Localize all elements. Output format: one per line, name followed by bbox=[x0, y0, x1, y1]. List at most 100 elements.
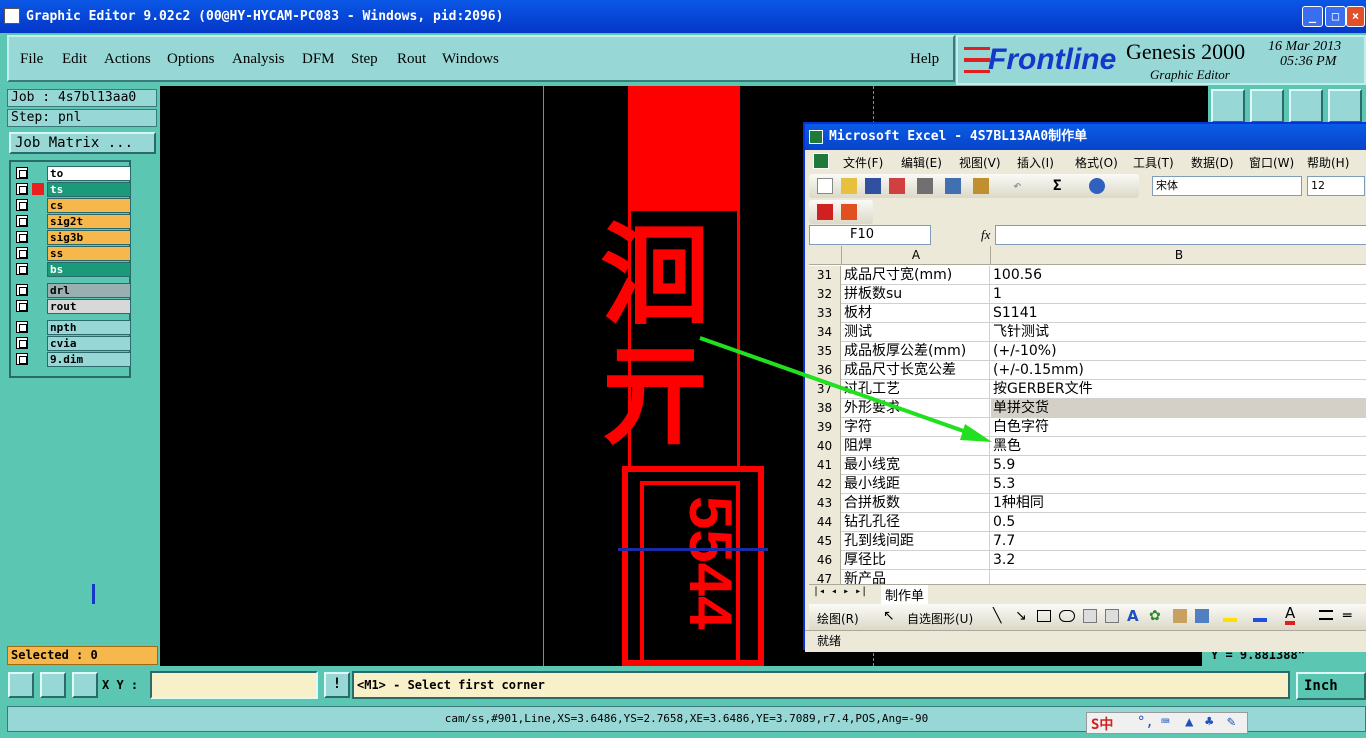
menu-dfm[interactable]: DFM bbox=[302, 51, 335, 68]
layer-name[interactable]: npth bbox=[47, 320, 131, 335]
layer-row[interactable]: drl bbox=[14, 283, 131, 298]
units-toggle[interactable]: Inch bbox=[1296, 672, 1366, 700]
row-number[interactable]: 42 bbox=[809, 475, 841, 494]
line-icon[interactable]: ╲ bbox=[993, 608, 1001, 624]
layer-row[interactable]: npth bbox=[14, 320, 131, 335]
selected-line-feature[interactable] bbox=[618, 548, 768, 551]
layer-name[interactable]: to bbox=[47, 166, 131, 181]
download-icon[interactable] bbox=[1250, 89, 1284, 123]
sheet-nav-arrows-icon[interactable]: |◂ ◂ ▸ ▸| bbox=[813, 586, 867, 597]
layer-checkbox[interactable] bbox=[16, 263, 28, 275]
cell-b[interactable]: 5.3 bbox=[991, 475, 1366, 494]
cell-b[interactable]: 5.9 bbox=[991, 456, 1366, 475]
sheet-tab[interactable]: 制作单 bbox=[881, 585, 929, 604]
row-number[interactable]: 46 bbox=[809, 551, 841, 570]
font-size-select[interactable]: 12 bbox=[1307, 176, 1365, 196]
new-icon[interactable] bbox=[817, 178, 833, 194]
layer-row[interactable]: 9.dim bbox=[14, 352, 131, 367]
row-number[interactable]: 47 bbox=[809, 570, 841, 584]
cell-b[interactable]: 单拼交货 bbox=[991, 399, 1366, 418]
open-icon[interactable] bbox=[841, 178, 857, 194]
ime-logo[interactable]: S中 bbox=[1091, 714, 1113, 734]
draw-menu-button[interactable]: 绘图(R) bbox=[817, 610, 859, 627]
row-number[interactable]: 39 bbox=[809, 418, 841, 437]
layer-name[interactable]: rout bbox=[47, 299, 131, 314]
row-number[interactable]: 38 bbox=[809, 399, 841, 418]
menu-step[interactable]: Step bbox=[351, 51, 378, 68]
menu-actions[interactable]: Actions bbox=[104, 51, 151, 68]
excel-menu-format[interactable]: 格式(O) bbox=[1075, 154, 1118, 171]
row-number[interactable]: 45 bbox=[809, 532, 841, 551]
cell-b[interactable]: 3.2 bbox=[991, 551, 1366, 570]
layer-row[interactable]: sig3b bbox=[14, 230, 131, 245]
row-number[interactable]: 34 bbox=[809, 323, 841, 342]
job-matrix-button[interactable]: Job Matrix ... bbox=[9, 132, 156, 154]
cell-b[interactable]: 7.7 bbox=[991, 532, 1366, 551]
cell-a[interactable]: 拼板数su bbox=[842, 285, 990, 304]
select-all-corner[interactable] bbox=[809, 246, 842, 265]
cell-b[interactable]: 1种相同 bbox=[991, 494, 1366, 513]
excel-menu-help[interactable]: 帮助(H) bbox=[1307, 154, 1349, 171]
line-color-icon[interactable] bbox=[1253, 608, 1267, 622]
formula-bar[interactable] bbox=[995, 225, 1366, 245]
picture-icon[interactable] bbox=[1195, 609, 1209, 623]
maximize-button[interactable]: □ bbox=[1325, 6, 1346, 27]
wordart-icon[interactable]: A bbox=[1127, 607, 1139, 625]
cell-a[interactable]: 外形要求 bbox=[842, 399, 990, 418]
layer-name[interactable]: cs bbox=[47, 198, 131, 213]
cell-b[interactable]: 按GERBER文件 bbox=[991, 380, 1366, 399]
cell-a[interactable]: 阻焊 bbox=[842, 437, 990, 456]
diagram-icon[interactable]: ✿ bbox=[1149, 608, 1161, 624]
menu-rout[interactable]: Rout bbox=[397, 51, 426, 68]
layer-checkbox[interactable] bbox=[16, 167, 28, 179]
help-icon[interactable] bbox=[1089, 178, 1105, 194]
layer-name[interactable]: cvia bbox=[47, 336, 131, 351]
cell-a[interactable]: 成品板厚公差(mm) bbox=[842, 342, 990, 361]
cell-b[interactable]: S1141 bbox=[991, 304, 1366, 323]
pdf-mail-icon[interactable] bbox=[841, 204, 857, 220]
autosum-icon[interactable]: Σ bbox=[1053, 178, 1069, 194]
research-icon[interactable] bbox=[945, 178, 961, 194]
print-icon[interactable] bbox=[917, 178, 933, 194]
cell-a[interactable]: 最小线距 bbox=[842, 475, 990, 494]
grid-icon[interactable] bbox=[72, 672, 98, 698]
row-number[interactable]: 33 bbox=[809, 304, 841, 323]
layer-checkbox[interactable] bbox=[16, 247, 28, 259]
cell-b[interactable]: 飞针测试 bbox=[991, 323, 1366, 342]
row-number[interactable]: 36 bbox=[809, 361, 841, 380]
excel-menu-file[interactable]: 文件(F) bbox=[843, 154, 883, 171]
shirt-icon[interactable]: ♣ bbox=[1205, 714, 1213, 730]
layer-row[interactable]: to bbox=[14, 166, 131, 181]
arrow-icon[interactable]: ↘ bbox=[1015, 608, 1027, 624]
row-number[interactable]: 37 bbox=[809, 380, 841, 399]
cell-b[interactable]: 白色字符 bbox=[991, 418, 1366, 437]
layer-name[interactable]: drl bbox=[47, 283, 131, 298]
layer-name[interactable]: ss bbox=[47, 246, 131, 261]
window-title-bar[interactable]: Graphic Editor 9.02c2 (00@HY-HYCAM-PC083… bbox=[0, 0, 1366, 33]
skin-icon[interactable]: ▲ bbox=[1185, 714, 1193, 730]
vertical-textbox-icon[interactable] bbox=[1105, 609, 1119, 623]
punctuation-icon[interactable]: °, bbox=[1137, 714, 1154, 730]
row-number[interactable]: 44 bbox=[809, 513, 841, 532]
cell-a[interactable]: 厚径比 bbox=[842, 551, 990, 570]
save-icon[interactable] bbox=[865, 178, 881, 194]
menu-file[interactable]: File bbox=[20, 51, 43, 68]
layer-checkbox[interactable] bbox=[16, 284, 28, 296]
row-number[interactable]: 35 bbox=[809, 342, 841, 361]
layer-name[interactable]: ts bbox=[47, 182, 131, 197]
close-button[interactable]: × bbox=[1346, 6, 1365, 27]
excel-menu-edit[interactable]: 编辑(E) bbox=[901, 154, 942, 171]
excel-doc-icon[interactable] bbox=[813, 153, 829, 169]
cell-a[interactable]: 合拼板数 bbox=[842, 494, 990, 513]
cell-b[interactable]: 100.56 bbox=[991, 266, 1366, 285]
autoshapes-button[interactable]: 自选图形(U) bbox=[907, 610, 973, 627]
name-box[interactable]: F10 bbox=[809, 225, 931, 245]
row-number[interactable]: 43 bbox=[809, 494, 841, 513]
excel-menu-data[interactable]: 数据(D) bbox=[1191, 154, 1234, 171]
layer-checkbox[interactable] bbox=[16, 199, 28, 211]
xy-input[interactable] bbox=[150, 671, 318, 699]
layer-checkbox[interactable] bbox=[16, 321, 28, 333]
menu-options[interactable]: Options bbox=[167, 51, 215, 68]
layer-name[interactable]: sig2t bbox=[47, 214, 131, 229]
cell-a[interactable]: 字符 bbox=[842, 418, 990, 437]
